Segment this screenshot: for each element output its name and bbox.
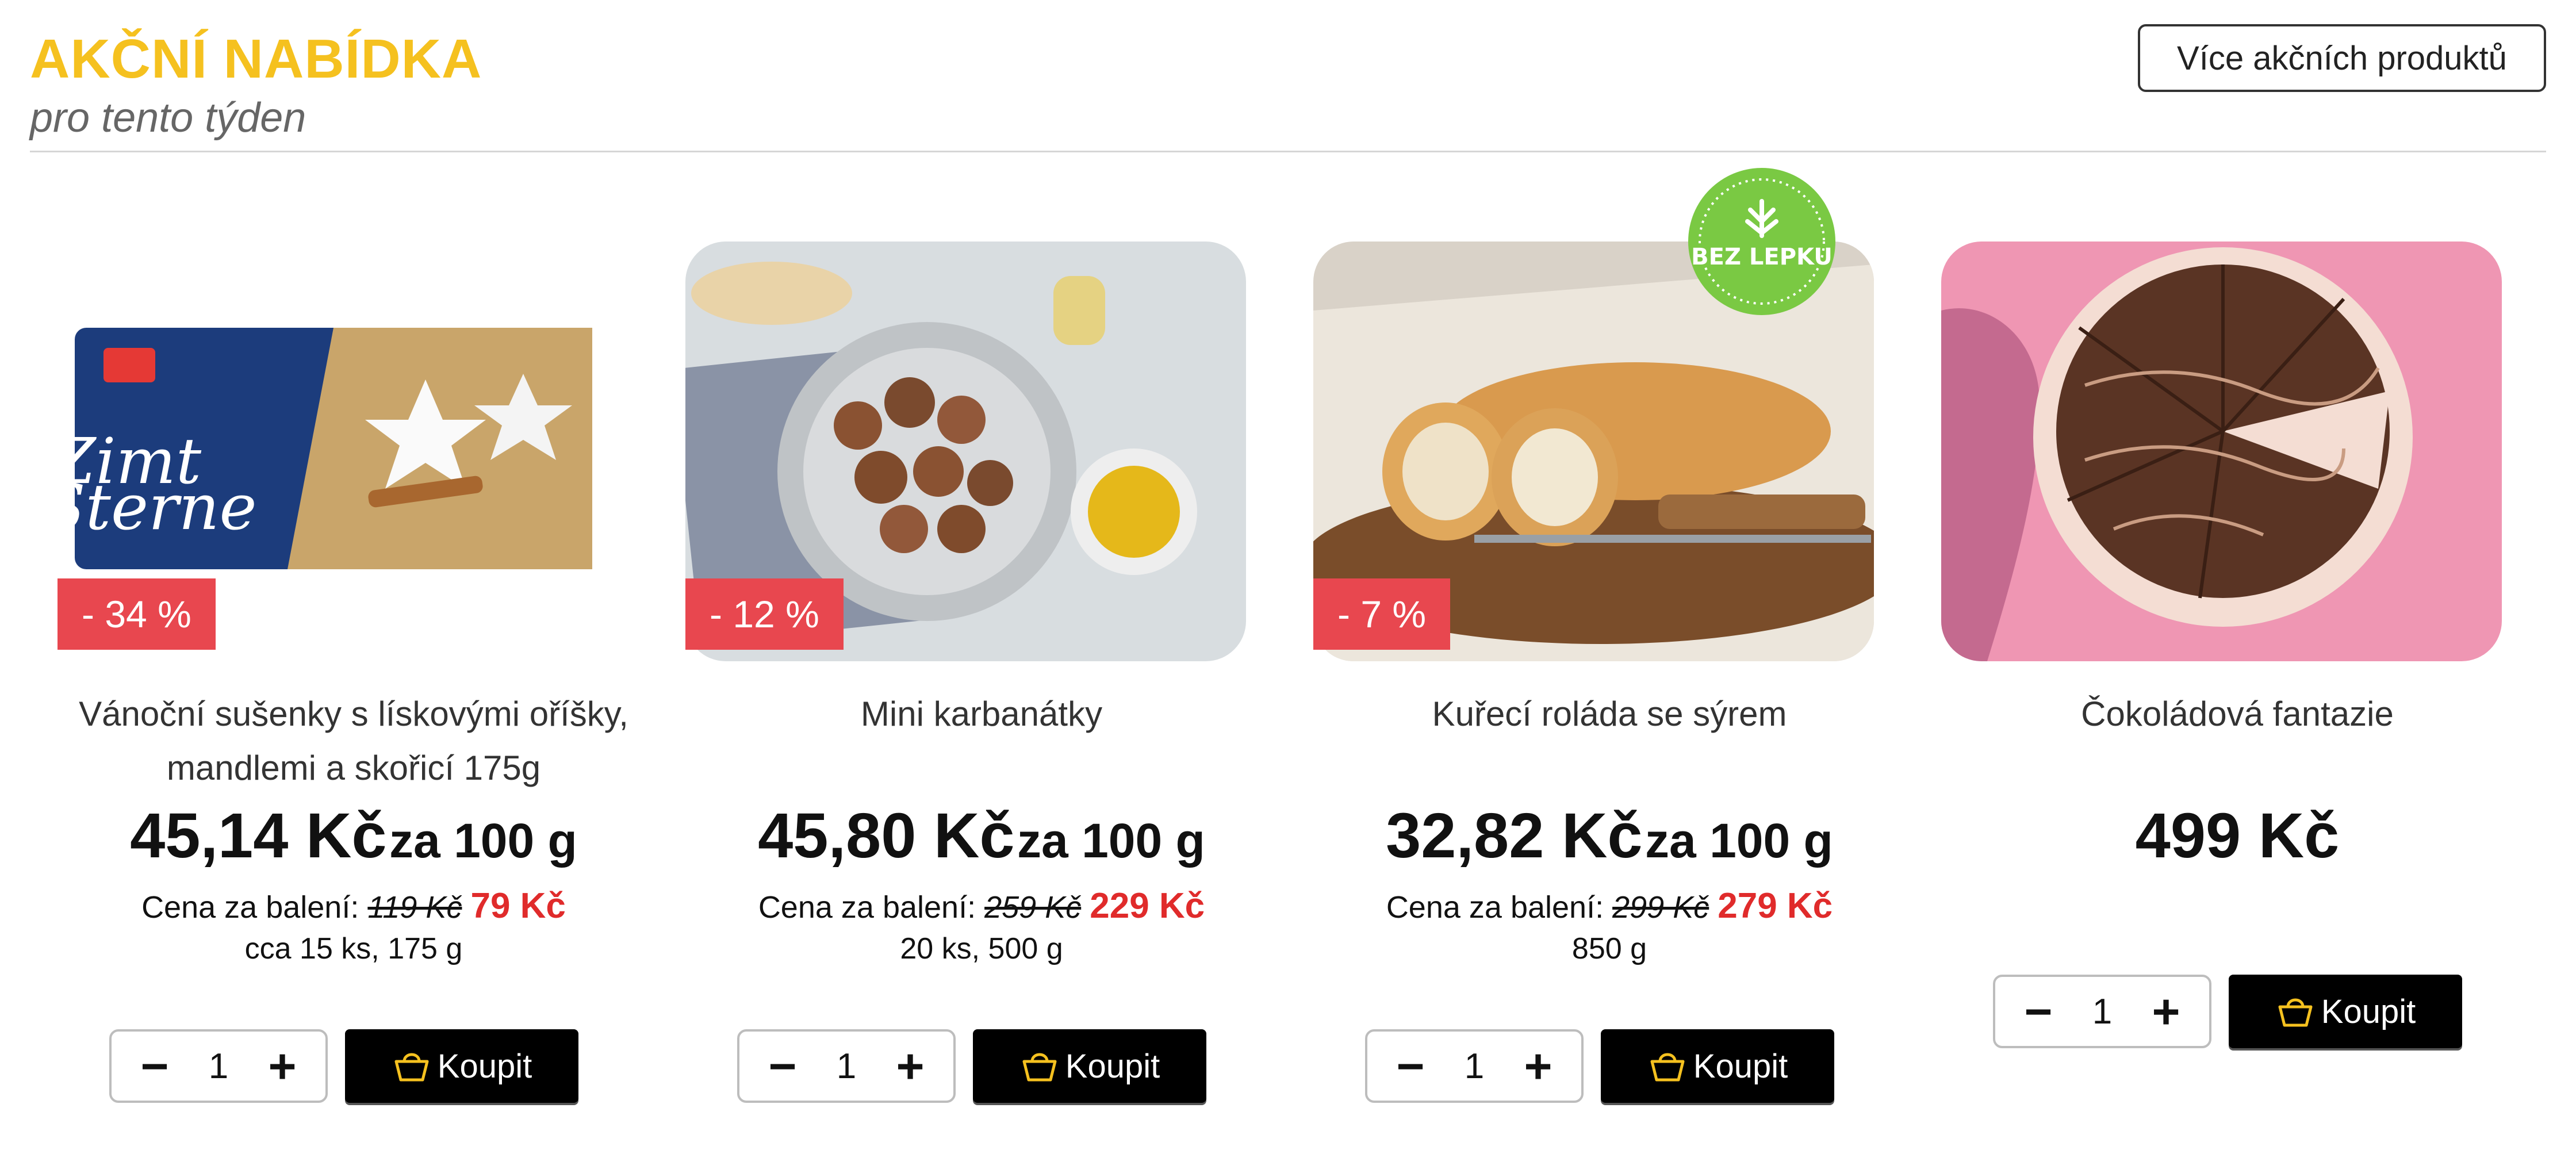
- plus-icon[interactable]: +: [2146, 987, 2186, 1036]
- plus-icon[interactable]: +: [1518, 1042, 1558, 1090]
- old-price: 299 Kč: [1612, 890, 1709, 925]
- unit-price: 45,80 Kč za 100 g: [758, 800, 1205, 871]
- quantity-input[interactable]: [194, 1045, 243, 1087]
- buy-button[interactable]: Koupit: [973, 1029, 1206, 1103]
- promo-header: AKČNÍ NABÍDKA pro tento týden Více akční…: [30, 23, 2546, 152]
- product-name[interactable]: Mini karbanátky: [668, 687, 1295, 741]
- package-price: Cena za balení: 259 Kč 229 Kč: [758, 886, 1205, 926]
- product-name[interactable]: Kuřecí roláda se sýrem: [1296, 687, 1923, 741]
- discount-badge: - 7 %: [1313, 578, 1451, 650]
- quantity-info: cca 15 ks, 175 g: [244, 932, 463, 965]
- product-card: Čokoládová fantazie 499 Kč − + Koupit: [1924, 167, 2502, 1144]
- minus-icon[interactable]: −: [135, 1042, 175, 1090]
- quantity-input[interactable]: [1450, 1045, 1498, 1087]
- quantity-input[interactable]: [822, 1045, 871, 1087]
- more-products-button[interactable]: Více akčních produktů: [2138, 24, 2546, 92]
- product-card: - 12 % Mini karbanátky 45,80 Kč za 100 g…: [668, 167, 1246, 1144]
- new-price: 279 Kč: [1718, 886, 1833, 926]
- product-card: Zimt Sterne - 34 % Vánoční sušenky s lís…: [40, 167, 628, 1144]
- svg-text:BEZ LEPKU: BEZ LEPKU: [1691, 244, 1833, 270]
- product-name[interactable]: Čokoládová fantazie: [1924, 687, 2551, 741]
- quantity-stepper[interactable]: − +: [109, 1029, 328, 1103]
- product-name[interactable]: Vánoční sušenky s lískovými oříšky, mand…: [40, 687, 667, 795]
- plus-icon[interactable]: +: [890, 1042, 930, 1090]
- unit-price: 499 Kč: [2135, 800, 2340, 871]
- page-subtitle: pro tento týden: [30, 95, 306, 141]
- basket-icon: [1022, 1053, 1057, 1082]
- new-price: 79 Kč: [470, 886, 566, 926]
- minus-icon[interactable]: −: [2018, 987, 2058, 1036]
- quantity-stepper[interactable]: − +: [1993, 975, 2211, 1048]
- old-price: 259 Kč: [984, 890, 1082, 925]
- buy-button[interactable]: Koupit: [1601, 1029, 1834, 1103]
- quantity-stepper[interactable]: − +: [737, 1029, 956, 1103]
- unit-price: 32,82 Kč za 100 g: [1386, 800, 1833, 871]
- basket-icon: [2278, 998, 2313, 1027]
- svg-text:Sterne: Sterne: [57, 470, 257, 544]
- package-price: Cena za balení: 299 Kč 279 Kč: [1386, 886, 1833, 926]
- new-price: 229 Kč: [1090, 886, 1205, 926]
- quantity-info: 20 ks, 500 g: [900, 932, 1063, 965]
- package-price: Cena za balení: 119 Kč 79 Kč: [141, 886, 566, 926]
- gluten-free-badge: BEZ LEPKU: [1687, 167, 1837, 316]
- quantity-input[interactable]: [2078, 990, 2126, 1033]
- old-price: 119 Kč: [367, 890, 462, 925]
- minus-icon[interactable]: −: [1390, 1042, 1431, 1090]
- minus-icon[interactable]: −: [762, 1042, 803, 1090]
- discount-badge: - 34 %: [57, 578, 216, 650]
- quantity-info: 850 g: [1571, 932, 1647, 965]
- unit-price: 45,14 Kč za 100 g: [130, 800, 577, 871]
- basket-icon: [1650, 1053, 1685, 1082]
- buy-button[interactable]: Koupit: [345, 1029, 578, 1103]
- quantity-stepper[interactable]: − +: [1365, 1029, 1584, 1103]
- discount-badge: - 12 %: [685, 578, 844, 650]
- buy-button[interactable]: Koupit: [2229, 975, 2462, 1048]
- product-card: BEZ LEPKU - 7 % Kuřecí roláda se sýrem 3…: [1296, 167, 1874, 1144]
- basket-icon: [394, 1053, 429, 1082]
- plus-icon[interactable]: +: [262, 1042, 302, 1090]
- chocolate-cake-image[interactable]: [1941, 241, 2502, 661]
- page-title: AKČNÍ NABÍDKA: [30, 28, 482, 90]
